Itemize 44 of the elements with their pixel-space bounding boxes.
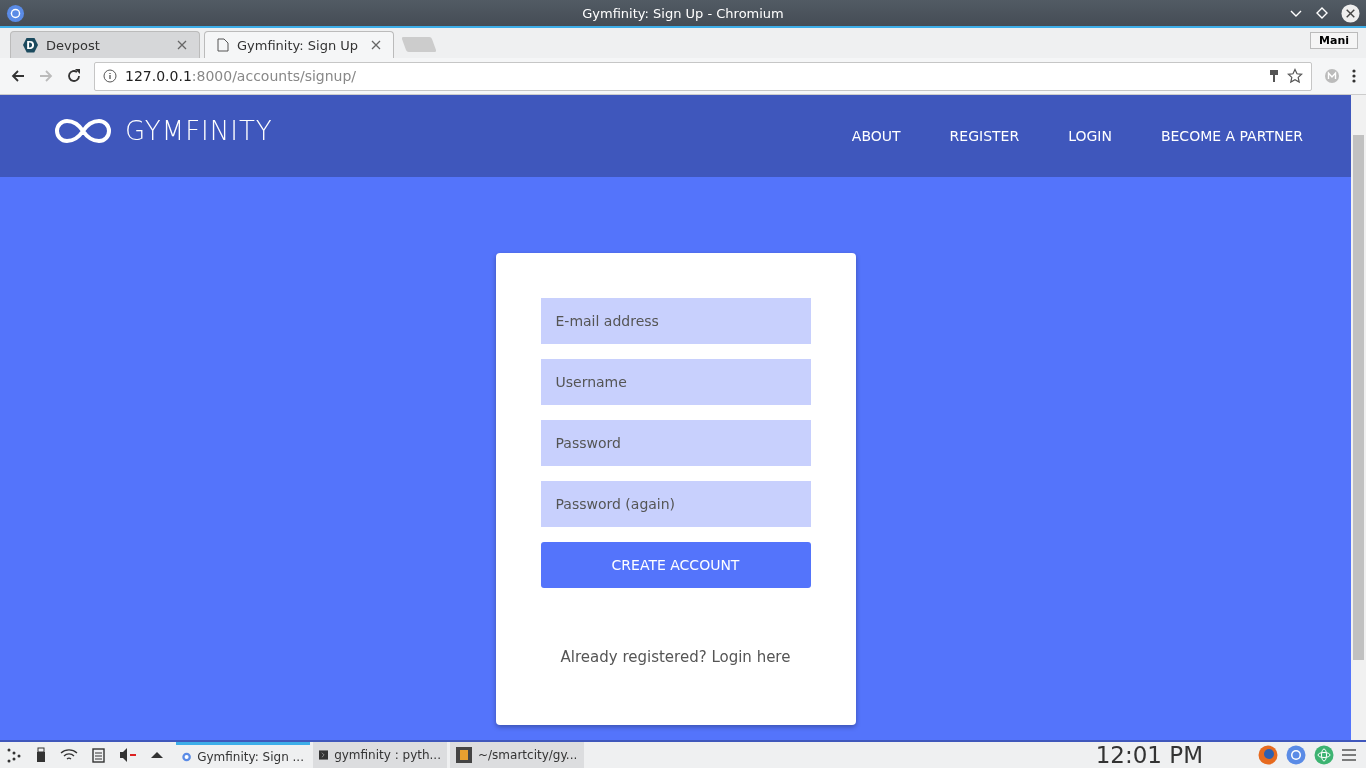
input-field[interactable]: Username (540, 359, 811, 405)
scrollbar-thumb[interactable] (1353, 135, 1364, 660)
back-icon[interactable] (10, 68, 26, 84)
devpost-icon: D (23, 37, 38, 53)
input-field[interactable]: Password (540, 420, 811, 466)
menu-icon[interactable] (1352, 68, 1356, 84)
site-logo[interactable]: GYMFINITY (125, 116, 273, 146)
close-icon[interactable] (1341, 3, 1360, 23)
nav-link[interactable]: LOGIN (1068, 128, 1112, 144)
infinity-icon (55, 117, 111, 145)
clipboard-icon[interactable] (92, 747, 105, 763)
star-icon[interactable] (1287, 68, 1303, 84)
expand-icon[interactable] (151, 751, 163, 759)
chromium-icon[interactable] (1286, 745, 1306, 765)
terminal-icon (319, 747, 329, 763)
editor-icon (456, 747, 472, 763)
window-title: Gymfinity: Sign Up - Chromium (582, 5, 784, 21)
close-icon[interactable] (177, 40, 187, 50)
nav-link[interactable]: BECOME A PARTNER (1160, 128, 1303, 144)
clock: 12:01 PM (1095, 742, 1203, 768)
close-icon[interactable] (371, 40, 381, 50)
reload-icon[interactable] (66, 68, 82, 84)
nav-link[interactable]: ABOUT (851, 128, 901, 144)
login-link[interactable]: Already registered? Login here (560, 648, 791, 666)
browser-tab[interactable]: D Devpost (10, 31, 200, 58)
nav-link[interactable]: REGISTER (949, 128, 1020, 144)
address-bar[interactable]: 127.0.0.1:8000/accounts/signup/ (94, 61, 1312, 91)
launcher-icon[interactable] (6, 747, 22, 763)
info-icon (103, 69, 117, 83)
profile-button[interactable]: Mani (1310, 32, 1358, 49)
usb-icon[interactable] (36, 747, 46, 763)
wifi-icon[interactable] (60, 748, 78, 762)
taskbar-item[interactable]: gymfinity : pyth... (313, 742, 447, 768)
input-field[interactable]: Password (again) (540, 481, 811, 527)
firefox-icon[interactable] (1258, 745, 1278, 765)
browser-tab[interactable]: Gymfinity: Sign Up (204, 31, 394, 58)
page-icon (217, 38, 229, 52)
speaker-muted-icon[interactable] (119, 747, 137, 763)
create-account-button[interactable]: CREATE ACCOUNT (540, 542, 811, 588)
chromium-icon (6, 3, 25, 23)
key-icon[interactable] (1269, 69, 1279, 83)
maximize-icon[interactable] (1315, 6, 1329, 20)
input-field[interactable]: E-mail address (540, 298, 811, 344)
taskbar-item[interactable]: ~/smartcity/gy... (450, 742, 584, 768)
